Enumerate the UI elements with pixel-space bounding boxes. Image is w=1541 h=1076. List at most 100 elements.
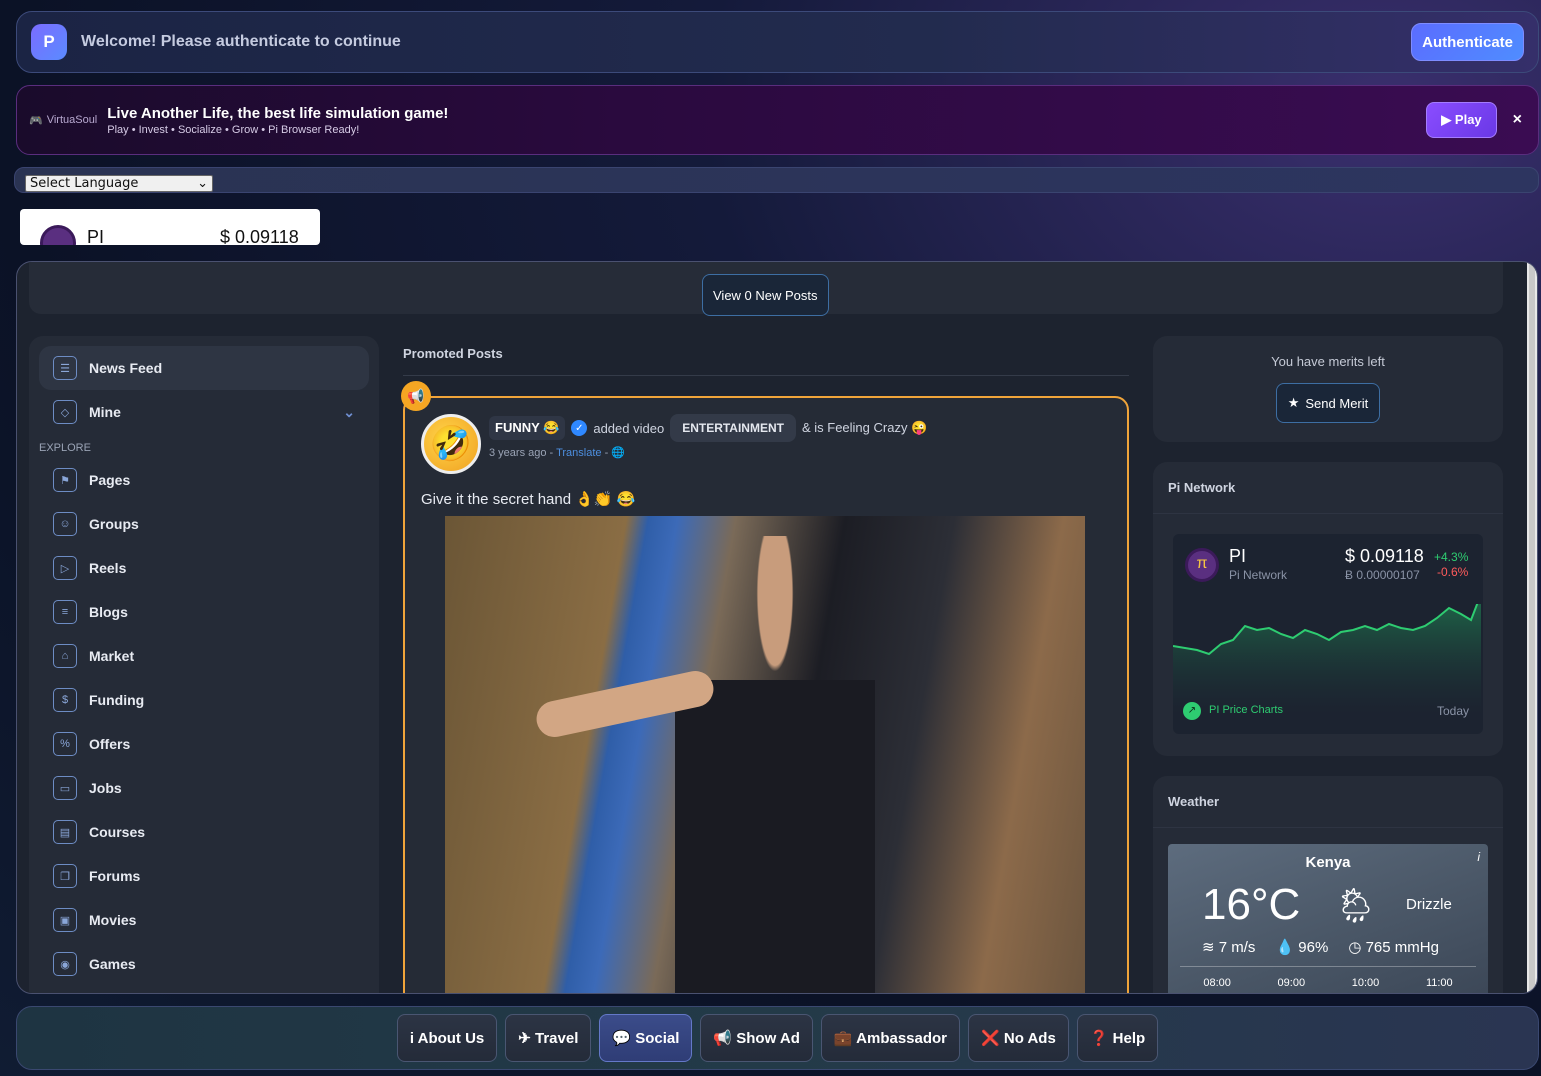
send-merit-label: Send Merit <box>1305 395 1369 411</box>
rain-cloud-icon: 🌦 <box>1334 887 1378 925</box>
video-figure <box>675 536 875 993</box>
sidebar-item-label: Courses <box>89 824 146 840</box>
scrollbar[interactable] <box>1527 262 1537 993</box>
sidebar-item-reels[interactable]: ▷ Reels <box>39 546 369 590</box>
pi-change-up: +4.3% <box>1434 550 1469 564</box>
sidebar-item-label: Funding <box>89 692 145 708</box>
sidebar-item-market[interactable]: ⌂ Market <box>39 634 369 678</box>
pi-charts-link[interactable]: PI Price Charts <box>1209 704 1283 716</box>
pi-coin-name: Pi Network <box>1229 568 1288 582</box>
pi-price: $ 0.09118 <box>1345 546 1424 566</box>
avatar[interactable]: 🤣 <box>421 414 481 474</box>
ad-texts: Live Another Life, the best life simulat… <box>107 105 448 136</box>
sidebar-item-courses[interactable]: ▤ Courses <box>39 810 369 854</box>
send-merit-button[interactable]: ★ Send Merit <box>1275 383 1381 423</box>
post-author[interactable]: FUNNY 😂 <box>489 416 566 440</box>
right-column: You have merits left ★ Send Merit Pi Net… <box>1153 336 1503 993</box>
sidebar-item-games[interactable]: ◉ Games <box>39 942 369 986</box>
wind-icon: ≋ <box>1202 939 1219 956</box>
post-video[interactable] <box>445 516 1085 993</box>
pi-network-title: Pi Network <box>1153 462 1503 514</box>
sidebar-item-label: Pages <box>89 472 131 488</box>
chart-icon: ↗ <box>1183 702 1201 720</box>
view-new-posts-button[interactable]: View 0 New Posts <box>702 274 829 316</box>
sidebar-item-label: Games <box>89 956 136 972</box>
weather-stats: ≋ 7 m/s 💧 96% ◷ 765 mmHg <box>1202 938 1439 956</box>
weather-widget[interactable]: Kenya i 16°C 🌦 Drizzle ≋ 7 m/s 💧 96% ◷ 7… <box>1168 844 1488 993</box>
post-action: added video <box>593 420 665 436</box>
merit-text: You have merits left <box>1271 354 1385 369</box>
megaphone-icon: 📢 <box>401 381 431 411</box>
sidebar-item-offers[interactable]: % Offers <box>39 722 369 766</box>
ticker-name: PI <box>87 227 105 245</box>
gamepad-icon: ◉ <box>53 952 77 976</box>
language-select[interactable]: Select Language ⌄ <box>25 175 213 192</box>
sidebar-item-jobs[interactable]: ▭ Jobs <box>39 766 369 810</box>
sidebar-item-groups[interactable]: ☺ Groups <box>39 502 369 546</box>
show-ad-button[interactable]: 📢 Show Ad <box>700 1014 813 1062</box>
pi-period-label: Today <box>1436 704 1469 718</box>
info-icon[interactable]: i <box>1477 850 1480 864</box>
ad-play-button[interactable]: ▶ Play <box>1426 102 1497 138</box>
sidebar-item-mine[interactable]: ◇ Mine ⌄ <box>39 390 369 434</box>
humidity-value: 96% <box>1298 939 1329 956</box>
language-bar: Select Language ⌄ <box>14 167 1539 193</box>
auth-bar: P Welcome! Please authenticate to contin… <box>16 11 1539 73</box>
groups-icon: ☺ <box>53 512 77 536</box>
cube-icon: ◇ <box>53 400 77 424</box>
post-card: 🤣 FUNNY 😂 ✓ added video ENTERTAINMENT & … <box>403 396 1129 993</box>
sidebar-item-label: Offers <box>89 736 131 752</box>
explore-label: EXPLORE <box>39 442 91 454</box>
authenticate-button[interactable]: Authenticate <box>1411 23 1524 61</box>
pi-price-widget[interactable]: PI Pi Network $ 0.09118 Ƀ 0.00000107 +4.… <box>1173 534 1483 734</box>
ad-close-icon[interactable]: × <box>1513 111 1522 129</box>
ad-banner[interactable]: 🎮 VirtuaSoul Live Another Life, the best… <box>16 85 1539 155</box>
post-meta: FUNNY 😂 ✓ added video ENTERTAINMENT & is… <box>489 414 927 459</box>
ambassador-button[interactable]: 💼 Ambassador <box>820 1014 961 1062</box>
post-feeling: & is Feeling Crazy 😜 <box>801 420 928 435</box>
category-badge[interactable]: ENTERTAINMENT <box>670 414 796 442</box>
weather-hours: 08:00 09:00 10:00 11:00 <box>1180 966 1476 989</box>
sidebar-item-forums[interactable]: ❐ Forums <box>39 854 369 898</box>
weather-hour: 09:00 <box>1277 977 1306 989</box>
briefcase-icon: ▭ <box>53 776 77 800</box>
sidebar-item-label: Forums <box>89 868 141 884</box>
sidebar-item-funding[interactable]: $ Funding <box>39 678 369 722</box>
offer-icon: % <box>53 732 77 756</box>
forum-icon: ❐ <box>53 864 77 888</box>
social-button[interactable]: 💬 Social <box>599 1014 693 1062</box>
sidebar-item-label: News Feed <box>89 360 163 376</box>
travel-button[interactable]: ✈ Travel <box>505 1014 592 1062</box>
sidebar-item-pages[interactable]: ⚑ Pages <box>39 458 369 502</box>
flag-icon: ⚑ <box>53 468 77 492</box>
merit-card: You have merits left ★ Send Merit <box>1153 336 1503 442</box>
main-frame: View 0 New Posts ☰ News Feed ◇ Mine ⌄ EX… <box>16 261 1538 994</box>
help-button[interactable]: ❓ Help <box>1076 1014 1159 1062</box>
chevron-down-icon[interactable]: ⌄ <box>343 404 355 421</box>
ad-brand-name: VirtuaSoul <box>46 114 98 126</box>
post-time[interactable]: 3 years ago <box>489 447 546 459</box>
star-icon: ★ <box>1287 395 1300 410</box>
blog-icon: ≡ <box>53 600 77 624</box>
reels-icon: ▷ <box>53 556 77 580</box>
weather-temp: 16°C <box>1202 880 1301 929</box>
gamepad-icon: 🎮 <box>29 114 43 127</box>
bottom-bar: i About Us ✈ Travel 💬 Social 📢 Show Ad 💼… <box>16 1006 1539 1070</box>
sidebar-item-movies[interactable]: ▣ Movies <box>39 898 369 942</box>
courses-icon: ▤ <box>53 820 77 844</box>
promoted-posts-title: Promoted Posts <box>403 336 1129 376</box>
wind-value: 7 m/s <box>1218 939 1256 956</box>
no-ads-button[interactable]: ❌ No Ads <box>968 1014 1069 1062</box>
droplet-icon: 💧 <box>1275 939 1299 956</box>
translate-link[interactable]: Translate <box>556 447 601 459</box>
sidebar-item-blogs[interactable]: ≡ Blogs <box>39 590 369 634</box>
pi-btc-price: Ƀ 0.00000107 <box>1345 568 1420 582</box>
weather-hour: 11:00 <box>1425 977 1453 989</box>
pi-coin-icon <box>1185 548 1219 582</box>
sidebar-item-news-feed[interactable]: ☰ News Feed <box>39 346 369 390</box>
chevron-down-icon: ⌄ <box>197 176 208 191</box>
sidebar-item-label: Movies <box>89 912 137 928</box>
verified-icon: ✓ <box>571 420 588 436</box>
movies-icon: ▣ <box>53 908 77 932</box>
about-us-button[interactable]: i About Us <box>396 1014 498 1062</box>
